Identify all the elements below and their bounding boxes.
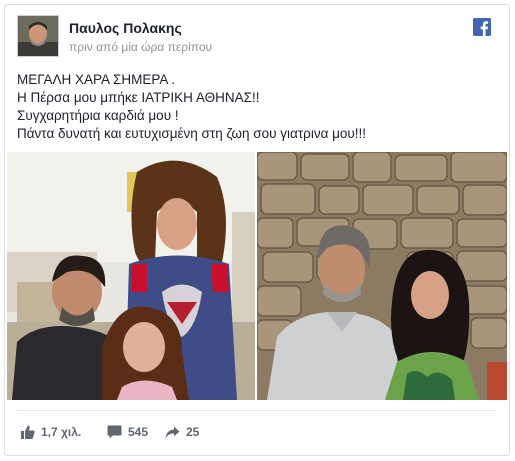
comments-count[interactable]: 545 <box>107 425 148 439</box>
shares-count-label: 25 <box>186 425 200 439</box>
author-avatar[interactable] <box>17 15 59 57</box>
post-text-line: Πάντα δυνατή και ευτυχισμένη στη ζωη σου… <box>17 126 367 141</box>
comments-count-label: 545 <box>128 425 149 439</box>
post-text-line: Η Πέρσα μου μπήκε ΙΑΤΡΙΚΗ ΑΘΗΝΑΣ!! <box>17 90 260 105</box>
post-timestamp[interactable]: πριν από μία ώρα περίπου <box>69 40 212 54</box>
likes-count-label: 1,7 χιλ. <box>41 425 82 439</box>
facebook-icon[interactable] <box>473 18 491 36</box>
likes-count[interactable]: 1,7 χιλ. <box>21 425 81 439</box>
shares-count[interactable]: 25 <box>165 425 199 439</box>
share-arrow-icon <box>165 426 180 438</box>
author-name[interactable]: Παυλος Πολακης <box>69 20 182 36</box>
comment-icon <box>107 425 122 439</box>
post-footer: 1,7 χιλ. 545 25 <box>17 410 497 451</box>
photo-family-outdoor[interactable] <box>7 152 255 400</box>
post-text-line: ΜΕΓΑΛΗ ΧΑΡΑ ΣΗΜΕΡΑ . <box>17 72 176 87</box>
post-card: Παυλος Πολακης πριν από μία ώρα περίπου … <box>4 4 510 456</box>
post-text-line: Συγχαρητήρια καρδιά μου ! <box>17 108 179 123</box>
thumbs-up-icon <box>21 425 35 439</box>
post-text: ΜΕΓΑΛΗ ΧΑΡΑ ΣΗΜΕΡΑ . Η Πέρσα μου μπήκε Ι… <box>17 71 497 143</box>
photo-collage <box>7 152 507 400</box>
photo-father-daughter[interactable] <box>257 152 507 400</box>
post-header: Παυλος Πολακης πριν από μία ώρα περίπου <box>17 15 499 61</box>
